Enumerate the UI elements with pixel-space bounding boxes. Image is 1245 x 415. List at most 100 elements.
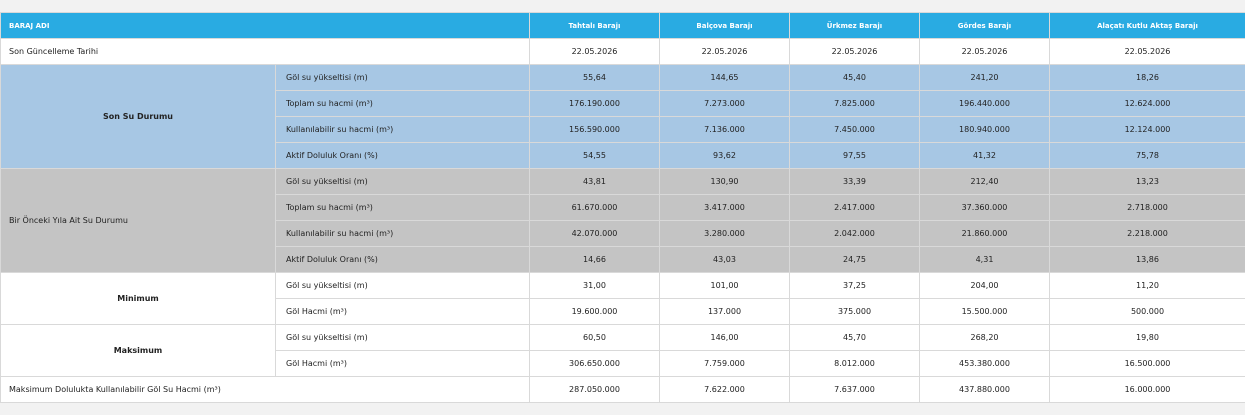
table-cell: 33,39 xyxy=(789,168,920,195)
table-cell: 241,20 xyxy=(919,64,1050,91)
table-cell: 2.218.000 xyxy=(1049,220,1245,247)
table-cell: 306.650.000 xyxy=(529,350,660,377)
table-cell: 13,86 xyxy=(1049,246,1245,273)
table-cell: 45,40 xyxy=(789,64,920,91)
table-cell: 3.417.000 xyxy=(659,194,790,221)
table-cell: 11,20 xyxy=(1049,272,1245,299)
table-cell: 7.622.000 xyxy=(659,376,790,403)
row-label: Göl su yükseltisi (m) xyxy=(275,272,530,299)
table-cell: 8.012.000 xyxy=(789,350,920,377)
header-dam-2: Balçova Barajı xyxy=(659,12,790,39)
table-cell: 60,50 xyxy=(529,324,660,351)
table-cell: 19,80 xyxy=(1049,324,1245,351)
table-cell: 41,32 xyxy=(919,142,1050,169)
table-cell: 268,20 xyxy=(919,324,1050,351)
table-row: Minimum Göl su yükseltisi (m) 31,00 101,… xyxy=(0,272,1245,325)
table-cell: 2.417.000 xyxy=(789,194,920,221)
table-row: Son Su Durumu Göl su yükseltisi (m) 55,6… xyxy=(0,64,1245,169)
table-cell: 500.000 xyxy=(1049,298,1245,325)
table-cell: 2.042.000 xyxy=(789,220,920,247)
table-cell: 45,70 xyxy=(789,324,920,351)
table-cell: 12.124.000 xyxy=(1049,116,1245,143)
table-cell: 453.380.000 xyxy=(919,350,1050,377)
table-cell: 93,62 xyxy=(659,142,790,169)
table-row: Maksimum Göl su yükseltisi (m) 60,50 146… xyxy=(0,324,1245,377)
table-cell: 22.05.2026 xyxy=(1049,38,1245,65)
table-cell: 7.450.000 xyxy=(789,116,920,143)
table-cell: 2.718.000 xyxy=(1049,194,1245,221)
table-cell: 37.360.000 xyxy=(919,194,1050,221)
row-label: Aktif Doluluk Oranı (%) xyxy=(275,246,530,273)
table-cell: 18,26 xyxy=(1049,64,1245,91)
table-cell: 144,65 xyxy=(659,64,790,91)
update-date-label: Son Güncelleme Tarihi xyxy=(0,38,530,65)
table-cell: 204,00 xyxy=(919,272,1050,299)
table-cell: 287.050.000 xyxy=(529,376,660,403)
table-cell: 54,55 xyxy=(529,142,660,169)
table-row: Bir Önceki Yıla Ait Su Durumu Göl su yük… xyxy=(0,168,1245,273)
current-status-title: Son Su Durumu xyxy=(0,64,276,169)
table-cell: 75,78 xyxy=(1049,142,1245,169)
dam-status-table: BARAJ ADI Tahtalı Barajı Balçova Barajı … xyxy=(0,12,1245,403)
table-cell: 375.000 xyxy=(789,298,920,325)
table-cell: 7.637.000 xyxy=(789,376,920,403)
table-cell: 21.860.000 xyxy=(919,220,1050,247)
dam-table-container: BARAJ ADI Tahtalı Barajı Balçova Barajı … xyxy=(0,12,1245,403)
table-cell: 4,31 xyxy=(919,246,1050,273)
table-cell: 13,23 xyxy=(1049,168,1245,195)
row-label: Göl Hacmi (m³) xyxy=(275,350,530,377)
table-cell: 176.190.000 xyxy=(529,90,660,117)
row-label: Toplam su hacmi (m³) xyxy=(275,90,530,117)
table-cell: 97,55 xyxy=(789,142,920,169)
table-cell: 156.590.000 xyxy=(529,116,660,143)
table-cell: 16.500.000 xyxy=(1049,350,1245,377)
table-cell: 55,64 xyxy=(529,64,660,91)
row-label: Göl su yükseltisi (m) xyxy=(275,168,530,195)
header-dam-5: Alaçatı Kutlu Aktaş Barajı xyxy=(1049,12,1245,39)
table-cell: 61.670.000 xyxy=(529,194,660,221)
row-label: Göl Hacmi (m³) xyxy=(275,298,530,325)
row-label: Aktif Doluluk Oranı (%) xyxy=(275,142,530,169)
table-cell: 24,75 xyxy=(789,246,920,273)
table-cell: 42.070.000 xyxy=(529,220,660,247)
table-cell: 130,90 xyxy=(659,168,790,195)
row-label: Göl su yükseltisi (m) xyxy=(275,324,530,351)
table-cell: 101,00 xyxy=(659,272,790,299)
table-cell: 7.136.000 xyxy=(659,116,790,143)
table-cell: 7.825.000 xyxy=(789,90,920,117)
table-cell: 7.759.000 xyxy=(659,350,790,377)
table-cell: 31,00 xyxy=(529,272,660,299)
table-cell: 437.880.000 xyxy=(919,376,1050,403)
table-cell: 43,81 xyxy=(529,168,660,195)
table-cell: 43,03 xyxy=(659,246,790,273)
row-label: Kullanılabilir su hacmi (m³) xyxy=(275,116,530,143)
header-dam-name: BARAJ ADI xyxy=(0,12,530,39)
table-cell: 22.05.2026 xyxy=(919,38,1050,65)
header-dam-1: Tahtalı Barajı xyxy=(529,12,660,39)
max-usable-row: Maksimum Dolulukta Kullanılabilir Göl Su… xyxy=(0,376,1245,403)
table-cell: 22.05.2026 xyxy=(529,38,660,65)
table-cell: 37,25 xyxy=(789,272,920,299)
table-cell: 137.000 xyxy=(659,298,790,325)
maximum-title: Maksimum xyxy=(0,324,276,377)
table-cell: 12.624.000 xyxy=(1049,90,1245,117)
table-cell: 16.000.000 xyxy=(1049,376,1245,403)
table-cell: 15.500.000 xyxy=(919,298,1050,325)
row-label: Kullanılabilir su hacmi (m³) xyxy=(275,220,530,247)
table-cell: 180.940.000 xyxy=(919,116,1050,143)
previous-year-title: Bir Önceki Yıla Ait Su Durumu xyxy=(0,168,276,273)
table-cell: 212,40 xyxy=(919,168,1050,195)
table-cell: 7.273.000 xyxy=(659,90,790,117)
row-label: Göl su yükseltisi (m) xyxy=(275,64,530,91)
table-cell: 22.05.2026 xyxy=(789,38,920,65)
table-cell: 146,00 xyxy=(659,324,790,351)
header-dam-4: Gördes Barajı xyxy=(919,12,1050,39)
table-cell: 22.05.2026 xyxy=(659,38,790,65)
table-cell: 14,66 xyxy=(529,246,660,273)
table-cell: 3.280.000 xyxy=(659,220,790,247)
row-label: Toplam su hacmi (m³) xyxy=(275,194,530,221)
table-header-row: BARAJ ADI Tahtalı Barajı Balçova Barajı … xyxy=(0,12,1245,39)
minimum-title: Minimum xyxy=(0,272,276,325)
table-cell: 196.440.000 xyxy=(919,90,1050,117)
table-cell: 19.600.000 xyxy=(529,298,660,325)
